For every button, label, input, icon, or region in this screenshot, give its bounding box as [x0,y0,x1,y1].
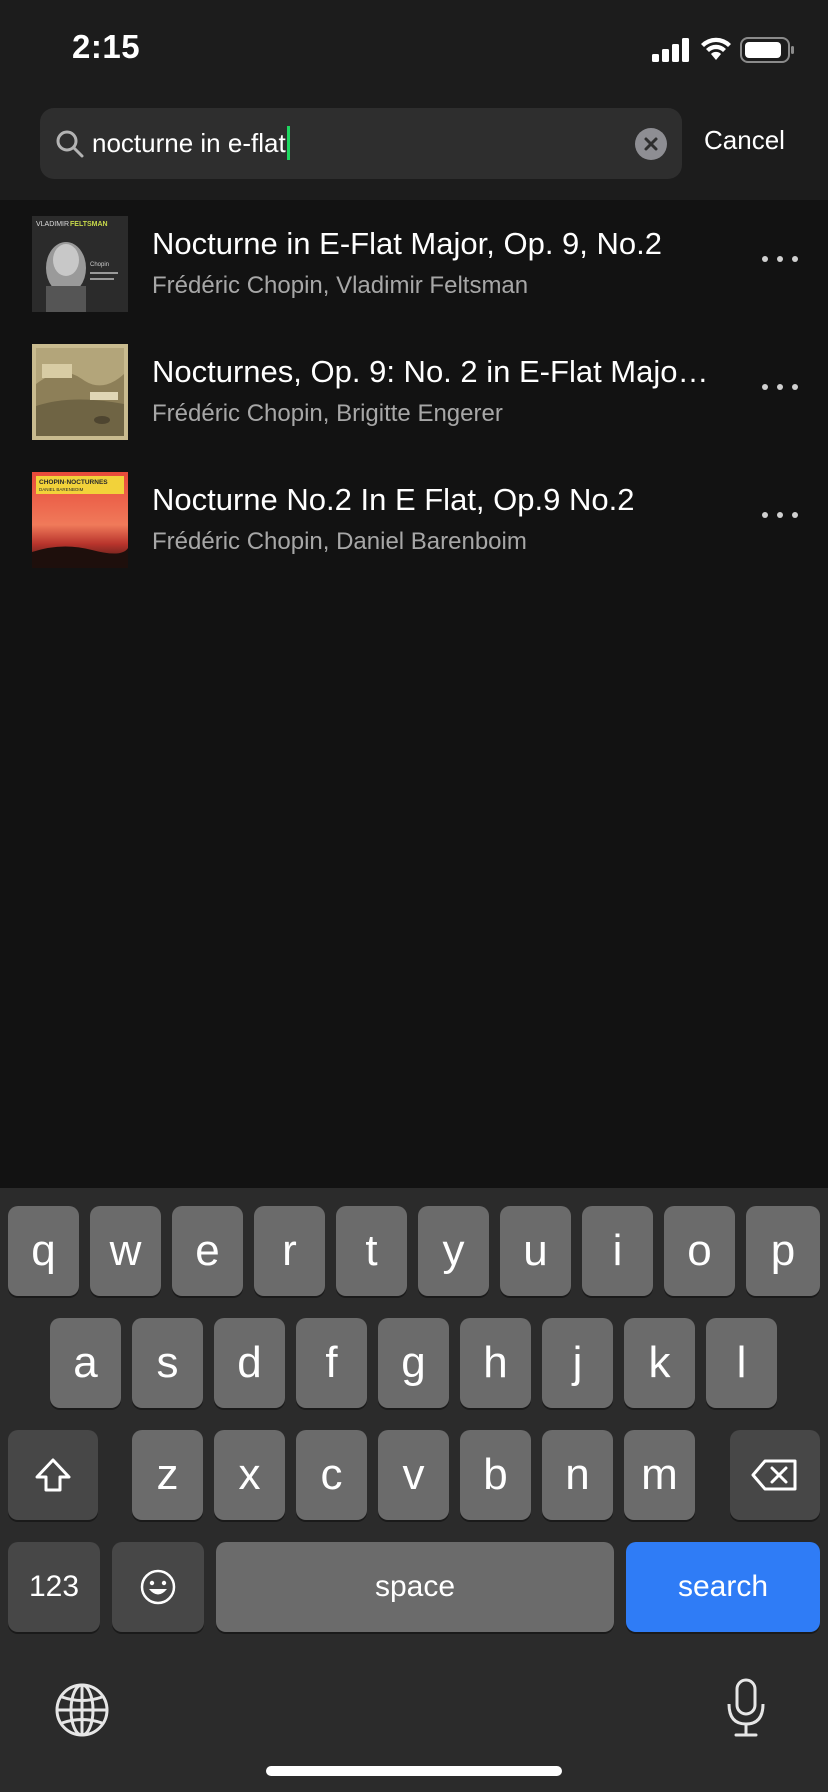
key-y[interactable]: y [418,1206,489,1296]
cover-album-title: CHOPIN·NOCTURNES [39,479,108,486]
clear-icon [644,137,658,151]
cover-composer: Chopin [90,262,109,268]
battery-icon [740,37,794,63]
search-query-wrap: nocturne in e-flat [92,126,290,160]
emoji-icon [140,1569,176,1605]
search-query: nocturne in e-flat [92,127,286,158]
key-z[interactable]: z [132,1430,203,1520]
key-j[interactable]: j [542,1318,613,1408]
shift-icon [35,1458,71,1492]
key-h[interactable]: h [460,1318,531,1408]
home-indicator[interactable] [266,1766,562,1776]
key-q[interactable]: q [8,1206,79,1296]
track-artist: Frédéric Chopin, Brigitte Engerer [152,400,503,427]
key-w[interactable]: w [90,1206,161,1296]
key-p[interactable]: p [746,1206,820,1296]
key-c[interactable]: c [296,1430,367,1520]
key-r[interactable]: r [254,1206,325,1296]
cancel-button[interactable]: Cancel [704,125,785,156]
wifi-icon [701,37,731,60]
album-cover: VLADIMIR FELTSMAN Chopin [32,216,128,312]
track-title: Nocturnes, Op. 9: No. 2 in E-Flat Majo… [152,354,709,389]
numbers-key[interactable]: 123 [8,1542,100,1632]
cover-artist-name: DANIEL BARENBOIM [39,487,84,492]
key-l[interactable]: l [706,1318,777,1408]
onscreen-keyboard: q w e r t y u i o p a s d f g h j k l z … [0,1188,828,1792]
key-o[interactable]: o [664,1206,735,1296]
search-header: nocturne in e-flat Cancel [0,100,828,200]
status-bar: 2:15 [0,0,828,100]
backspace-key[interactable] [730,1430,820,1520]
album-cover: CHOPIN·NOCTURNES DANIEL BARENBOIM [32,472,128,568]
globe-icon[interactable] [54,1682,110,1738]
track-artist: Frédéric Chopin, Vladimir Feltsman [152,272,529,299]
shift-key[interactable] [8,1430,98,1520]
key-d[interactable]: d [214,1318,285,1408]
more-options-button[interactable] [756,372,804,402]
text-caret [286,126,290,160]
key-k[interactable]: k [624,1318,695,1408]
clear-search-button[interactable] [635,128,667,160]
microphone-icon[interactable] [724,1678,768,1738]
key-x[interactable]: x [214,1430,285,1520]
status-time: 2:15 [72,28,141,65]
track-title: Nocturne in E-Flat Major, Op. 9, No.2 [152,226,662,261]
space-key[interactable]: space [216,1542,614,1632]
key-u[interactable]: u [500,1206,571,1296]
key-n[interactable]: n [542,1430,613,1520]
cover-artist-first: VLADIMIR [36,221,69,228]
more-options-button[interactable] [756,500,804,530]
key-v[interactable]: v [378,1430,449,1520]
album-cover [32,344,128,440]
search-results-list: VLADIMIR FELTSMAN Chopin Nocturne in E-F… [0,214,828,598]
key-g[interactable]: g [378,1318,449,1408]
more-options-button[interactable] [756,244,804,274]
key-b[interactable]: b [460,1430,531,1520]
emoji-key[interactable] [112,1542,204,1632]
key-t[interactable]: t [336,1206,407,1296]
key-i[interactable]: i [582,1206,653,1296]
search-key[interactable]: search [626,1542,820,1632]
result-row[interactable]: Nocturnes, Op. 9: No. 2 in E-Flat Majo… … [0,342,828,470]
search-input[interactable]: nocturne in e-flat [40,108,682,179]
result-row[interactable]: VLADIMIR FELTSMAN Chopin Nocturne in E-F… [0,214,828,342]
track-artist: Frédéric Chopin, Daniel Barenboim [152,528,527,555]
key-s[interactable]: s [132,1318,203,1408]
cover-artist-last: FELTSMAN [70,221,108,228]
backspace-icon [751,1459,797,1491]
key-m[interactable]: m [624,1430,695,1520]
cellular-signal-icon [652,38,689,62]
key-e[interactable]: e [172,1206,243,1296]
result-row[interactable]: CHOPIN·NOCTURNES DANIEL BARENBOIM Noctur… [0,470,828,598]
key-a[interactable]: a [50,1318,121,1408]
track-title: Nocturne No.2 In E Flat, Op.9 No.2 [152,482,635,517]
search-icon [56,130,84,158]
key-f[interactable]: f [296,1318,367,1408]
